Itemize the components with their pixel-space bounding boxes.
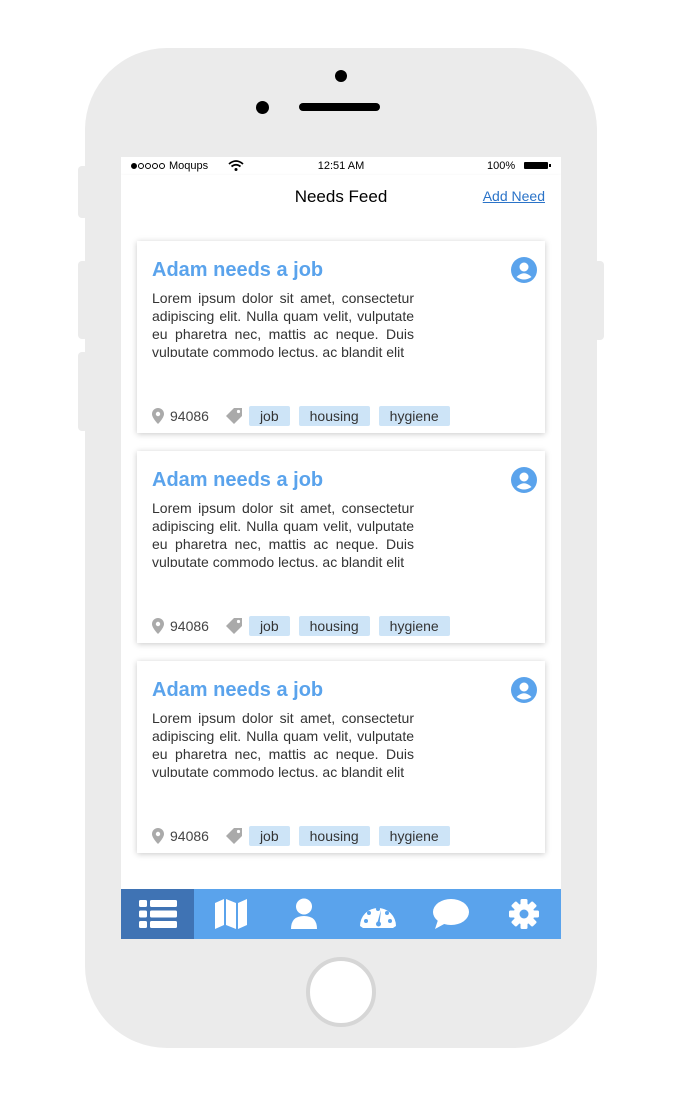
home-button[interactable] [306,957,376,1027]
need-description: Lorem ipsum dolor sit amet, consectetur … [152,500,414,567]
mute-switch [78,166,88,218]
user-avatar-icon[interactable] [511,467,537,493]
need-card[interactable]: Adam needs a job Lorem ipsum dolor sit a… [137,451,545,643]
earpiece-speaker [299,103,380,111]
screen: Moqups 12:51 AM 100% Needs Feed Add Need… [121,157,561,939]
location-pin-icon [152,828,164,844]
volume-down-button [78,352,88,431]
chat-icon [432,899,469,929]
tag-hygiene[interactable]: hygiene [378,826,450,846]
need-footer: 94086 job housing hygiene [152,825,459,847]
tab-profile[interactable] [268,889,341,939]
map-icon [214,899,247,929]
needs-feed-list[interactable]: Adam needs a job Lorem ipsum dolor sit a… [121,219,561,889]
tab-settings[interactable] [488,889,561,939]
user-avatar-icon[interactable] [511,677,537,703]
add-need-link[interactable]: Add Need [483,188,545,204]
tab-messages[interactable] [414,889,487,939]
need-title[interactable]: Adam needs a job [152,469,323,492]
need-card[interactable]: Adam needs a job Lorem ipsum dolor sit a… [137,661,545,853]
user-icon [291,898,318,929]
tag-housing[interactable]: housing [298,826,370,846]
status-bar: Moqups 12:51 AM 100% [121,157,561,175]
gear-icon [509,899,540,929]
tag-job[interactable]: job [248,616,290,636]
need-description: Lorem ipsum dolor sit amet, consectetur … [152,290,414,357]
tag-hygiene[interactable]: hygiene [378,406,450,426]
need-footer: 94086 job housing hygiene [152,405,459,427]
tab-map[interactable] [194,889,267,939]
location-pin-icon [152,618,164,634]
tab-feed[interactable] [121,889,195,939]
tag-job[interactable]: job [248,826,290,846]
zip-code: 94086 [170,618,209,634]
battery-percent: 100% [487,160,516,172]
tab-bar [121,889,561,939]
location-pin-icon [152,408,164,424]
user-avatar-icon[interactable] [511,257,537,283]
tab-dashboard[interactable] [341,889,414,939]
power-button [594,261,604,340]
tag-hygiene[interactable]: hygiene [378,616,450,636]
need-title[interactable]: Adam needs a job [152,679,323,702]
need-card[interactable]: Adam needs a job Lorem ipsum dolor sit a… [137,241,545,433]
tag-icon [225,408,242,424]
front-camera [256,101,269,114]
tag-job[interactable]: job [248,406,290,426]
dashboard-icon [359,907,396,928]
need-footer: 94086 job housing hygiene [152,615,459,637]
tag-housing[interactable]: housing [298,616,370,636]
camera [335,70,347,82]
zip-code: 94086 [170,828,209,844]
volume-up-button [78,261,88,339]
navigation-bar: Needs Feed Add Need [121,175,561,219]
need-title[interactable]: Adam needs a job [152,259,323,282]
tag-icon [225,828,242,844]
zip-code: 94086 [170,408,209,424]
tag-icon [225,618,242,634]
list-icon [138,900,177,928]
battery-icon [524,162,551,169]
tag-housing[interactable]: housing [298,406,370,426]
need-description: Lorem ipsum dolor sit amet, consectetur … [152,710,414,777]
